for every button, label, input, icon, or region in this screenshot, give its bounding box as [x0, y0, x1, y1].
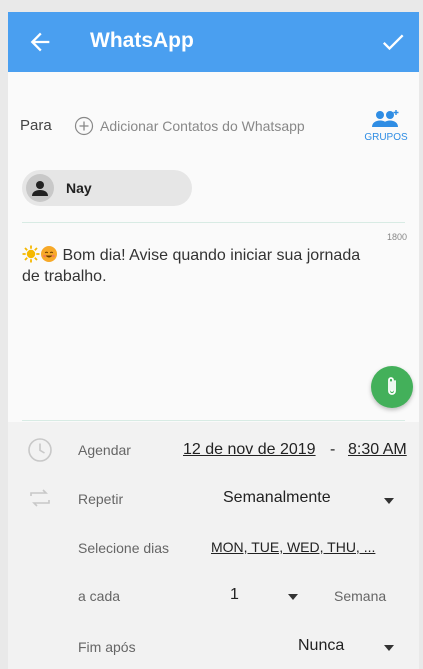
app-title: WhatsApp [90, 29, 194, 52]
interval-dropdown-icon[interactable] [288, 594, 298, 600]
schedule-separator: - [330, 441, 336, 458]
schedule-label: Agendar [78, 442, 131, 458]
add-contacts-link[interactable]: Adicionar Contatos do Whatsapp [100, 118, 305, 134]
contact-chip[interactable]: Nay [22, 170, 192, 206]
paperclip-icon [388, 377, 396, 395]
interval-value[interactable]: 1 [230, 586, 239, 604]
groups-button[interactable]: GRUPOS [359, 108, 413, 148]
schedule-form: Agendar 12 de nov de 2019 - 8:30 AM Repe… [8, 422, 419, 669]
recipients-label: Para [20, 117, 52, 134]
smiling-face-emoji-icon [41, 246, 57, 262]
interval-unit: Semana [334, 588, 387, 604]
avatar [26, 174, 54, 202]
confirm-check-icon[interactable] [379, 28, 407, 56]
repeat-dropdown-icon[interactable] [384, 498, 394, 504]
attach-button[interactable] [371, 366, 413, 408]
days-value[interactable]: MON, TUE, WED, THU, ... [211, 539, 375, 555]
message-text[interactable]: Bom dia! Avise quando iniciar sua jornad… [22, 245, 382, 287]
clock-icon [28, 438, 52, 462]
recipients-row: Para Adicionar Contatos do Whatsapp GRUP… [8, 108, 419, 144]
char-counter: 1800 [386, 232, 407, 242]
sun-emoji-icon [22, 245, 40, 263]
days-label: Selecione dias [78, 540, 170, 556]
back-arrow-icon[interactable] [26, 28, 54, 56]
app-bar: WhatsApp [8, 12, 419, 72]
end-value[interactable]: Nunca [298, 637, 344, 655]
groups-label: GRUPOS [364, 132, 408, 143]
repeat-icon [30, 489, 50, 507]
message-body: Bom dia! Avise quando iniciar sua jornad… [22, 247, 361, 285]
divider [22, 420, 405, 421]
repeat-value[interactable]: Semanalmente [223, 489, 331, 507]
divider [22, 222, 405, 223]
groups-icon [372, 110, 399, 127]
interval-label: a cada [78, 588, 121, 604]
schedule-time[interactable]: 8:30 AM [348, 441, 407, 459]
end-dropdown-icon[interactable] [384, 645, 394, 651]
person-icon [32, 181, 48, 196]
add-circle-icon[interactable] [74, 116, 94, 136]
screen: WhatsApp Para Adicionar Contatos do What… [8, 12, 419, 669]
repeat-label: Repetir [78, 491, 124, 507]
end-label: Fim após [78, 639, 136, 655]
contact-name: Nay [66, 180, 92, 196]
schedule-date[interactable]: 12 de nov de 2019 [183, 441, 316, 459]
